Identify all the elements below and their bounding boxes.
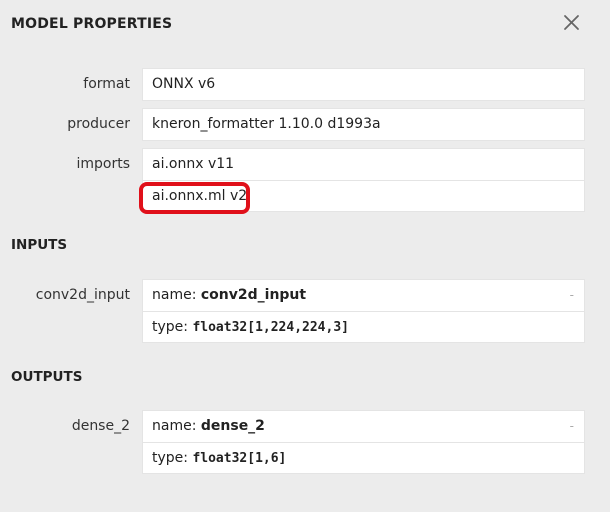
name-prefix: name: [152, 418, 201, 434]
producer-value-box: kneron_formatter 1.10.0 d1993a [142, 108, 585, 141]
output-name: dense_2 [200, 418, 265, 434]
format-value: ONNX v6 [152, 76, 216, 92]
output-argument-box[interactable]: name: dense_2 - type: float32[1,6] [142, 410, 585, 474]
panel-title: MODEL PROPERTIES [11, 16, 173, 32]
outputs-section-title: OUTPUTS [11, 369, 83, 385]
output-type-line: type: float32[1,6] [143, 442, 584, 473]
expand-toggle[interactable]: - [570, 411, 574, 442]
type-prefix: type: [152, 450, 193, 466]
output-label: dense_2 [71, 418, 130, 434]
input-label: conv2d_input [35, 287, 130, 303]
import-item: ai.onnx v11 [152, 156, 235, 172]
format-value-box: ONNX v6 [142, 68, 585, 101]
inputs-section-title: INPUTS [11, 237, 68, 253]
expand-toggle[interactable]: - [570, 280, 574, 311]
imports-label: imports [76, 156, 130, 172]
input-name-line: name: conv2d_input - [143, 280, 584, 311]
input-argument-box[interactable]: name: conv2d_input - type: float32[1,224… [142, 279, 585, 343]
producer-label: producer [67, 116, 130, 132]
type-prefix: type: [152, 319, 193, 335]
format-label: format [83, 76, 130, 92]
producer-value: kneron_formatter 1.10.0 d1993a [152, 116, 381, 132]
output-type: float32[1,6] [192, 451, 287, 466]
input-type: float32[1,224,224,3] [192, 320, 349, 335]
close-button[interactable] [561, 12, 583, 34]
imports-value-box: ai.onnx v11 ai.onnx.ml v2 [142, 148, 585, 212]
output-name-line: name: dense_2 - [143, 411, 584, 442]
close-icon [564, 15, 579, 30]
input-type-line: type: float32[1,224,224,3] [143, 311, 584, 342]
name-prefix: name: [152, 287, 201, 303]
import-item: ai.onnx.ml v2 [143, 180, 584, 211]
input-name: conv2d_input [200, 287, 307, 303]
